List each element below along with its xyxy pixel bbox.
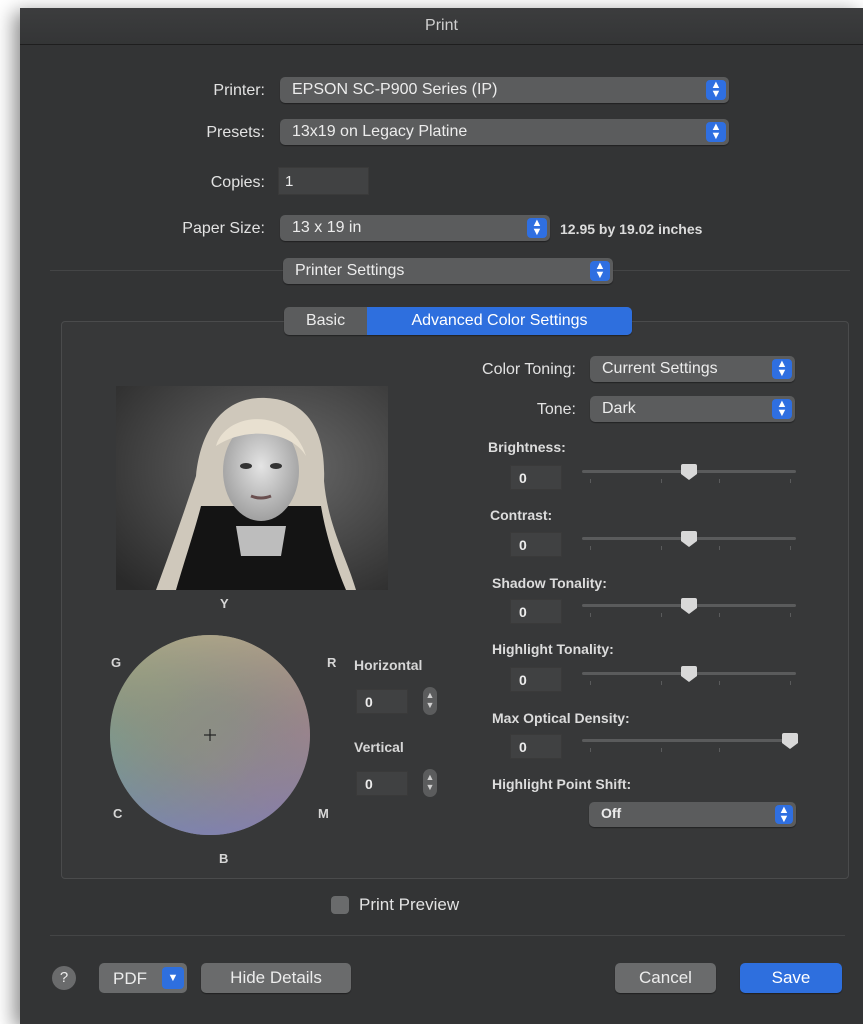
contrast-label: Contrast: [490, 507, 553, 523]
tick [719, 479, 720, 483]
color-toning-value: Current Settings [602, 360, 718, 377]
presets-label: Presets: [206, 124, 265, 141]
horizontal-value: 0 [365, 694, 373, 710]
shadow-tonality-field[interactable]: 0 [510, 599, 562, 624]
help-button[interactable]: ? [52, 966, 76, 990]
divider [50, 935, 845, 936]
up-down-arrows-icon: ▲ ▼ [706, 122, 726, 142]
printer-label: Printer: [213, 82, 265, 99]
cancel-button[interactable]: Cancel [615, 963, 716, 993]
highlight-point-shift-label: Highlight Point Shift: [492, 776, 632, 792]
color-wheel-graphic [110, 635, 310, 835]
save-button[interactable]: Save [740, 963, 842, 993]
tick [719, 748, 720, 752]
tick [661, 546, 662, 550]
up-down-arrows-icon: ▲ ▼ [590, 261, 610, 281]
vertical-label: Vertical [354, 739, 404, 755]
print-preview-label: Print Preview [359, 895, 460, 914]
highlight-tonality-field[interactable]: 0 [510, 667, 562, 692]
chevron-down-icon[interactable]: ▼ [162, 967, 184, 989]
printer-value: EPSON SC-P900 Series (IP) [292, 81, 498, 98]
brightness-field[interactable]: 0 [510, 465, 562, 490]
tick [590, 681, 591, 685]
paper-dimensions: 12.95 by 19.02 inches [560, 221, 703, 237]
highlight-point-shift-value: Off [601, 805, 622, 821]
horizontal-field[interactable]: 0 [356, 689, 408, 714]
up-down-arrows-icon: ▲ ▼ [775, 805, 793, 825]
wheel-label-r: R [327, 655, 337, 670]
contrast-value: 0 [519, 537, 527, 553]
portrait-photo [116, 386, 388, 590]
tab-bar: Basic Advanced Color Settings [284, 307, 632, 335]
tick [719, 613, 720, 617]
tick [790, 613, 791, 617]
color-toning-popup[interactable]: Current Settings ▲ ▼ [590, 356, 795, 382]
tick [661, 748, 662, 752]
tick [661, 479, 662, 483]
color-toning-label: Color Toning: [482, 361, 576, 378]
presets-value: 13x19 on Legacy Platine [292, 123, 468, 140]
preview-image [116, 386, 388, 590]
tick [790, 479, 791, 483]
max-optical-density-slider[interactable] [582, 739, 796, 742]
wheel-label-y: Y [220, 596, 229, 611]
tab-basic[interactable]: Basic [284, 307, 367, 335]
tick [719, 546, 720, 550]
vertical-value: 0 [365, 776, 373, 792]
print-preview-checkbox[interactable] [331, 896, 349, 914]
presets-popup[interactable]: 13x19 on Legacy Platine ▲ ▼ [280, 119, 729, 145]
print-dialog: Print Printer: EPSON SC-P900 Series (IP)… [20, 8, 863, 1024]
tick [661, 681, 662, 685]
shadow-tonality-label: Shadow Tonality: [492, 575, 607, 591]
wheel-label-m: M [318, 806, 329, 821]
highlight-tonality-value: 0 [519, 672, 527, 688]
vertical-field[interactable]: 0 [356, 771, 408, 796]
highlight-point-shift-popup[interactable]: Off ▲ ▼ [589, 802, 796, 827]
tone-value: Dark [602, 400, 636, 417]
section-popup[interactable]: Printer Settings ▲ ▼ [283, 258, 613, 284]
title-bar: Print [20, 8, 863, 45]
up-down-arrows-icon: ▲ ▼ [772, 359, 792, 379]
up-down-arrows-icon: ▲ ▼ [527, 218, 547, 238]
copies-label: Copies: [210, 174, 265, 191]
copies-field[interactable]: 1 [278, 167, 369, 195]
tick [661, 613, 662, 617]
tick [590, 479, 591, 483]
hide-details-button[interactable]: Hide Details [201, 963, 351, 993]
highlight-tonality-label: Highlight Tonality: [492, 641, 614, 657]
max-optical-density-value: 0 [519, 739, 527, 755]
horizontal-label: Horizontal [354, 657, 423, 673]
contrast-field[interactable]: 0 [510, 532, 562, 557]
brightness-value: 0 [519, 470, 527, 486]
pdf-button[interactable]: PDF ▼ [99, 963, 187, 993]
printer-popup[interactable]: EPSON SC-P900 Series (IP) ▲ ▼ [280, 77, 729, 103]
tick [590, 546, 591, 550]
paper-size-label: Paper Size: [182, 220, 265, 237]
section-value: Printer Settings [295, 262, 405, 279]
tone-label: Tone: [536, 401, 576, 418]
tick [719, 681, 720, 685]
copies-value: 1 [285, 173, 294, 190]
vertical-stepper[interactable]: ▲ ▼ [423, 769, 437, 797]
horizontal-stepper[interactable]: ▲ ▼ [423, 687, 437, 715]
tab-advanced-color-settings[interactable]: Advanced Color Settings [367, 307, 632, 335]
color-wheel[interactable] [110, 620, 310, 846]
max-optical-density-label: Max Optical Density: [492, 710, 630, 726]
up-down-arrows-icon: ▲ ▼ [706, 80, 726, 100]
tone-popup[interactable]: Dark ▲ ▼ [590, 396, 795, 422]
brightness-label: Brightness: [488, 439, 566, 455]
max-optical-density-field[interactable]: 0 [510, 734, 562, 759]
window-title: Print [425, 17, 458, 34]
tick [790, 681, 791, 685]
shadow-tonality-value: 0 [519, 604, 527, 620]
wheel-label-b: B [219, 851, 229, 866]
paper-size-value: 13 x 19 in [292, 219, 362, 236]
tick [790, 546, 791, 550]
paper-size-popup[interactable]: 13 x 19 in ▲ ▼ [280, 215, 550, 241]
up-down-arrows-icon: ▲ ▼ [772, 399, 792, 419]
tick [590, 613, 591, 617]
tick [590, 748, 591, 752]
pdf-label: PDF [113, 969, 147, 988]
